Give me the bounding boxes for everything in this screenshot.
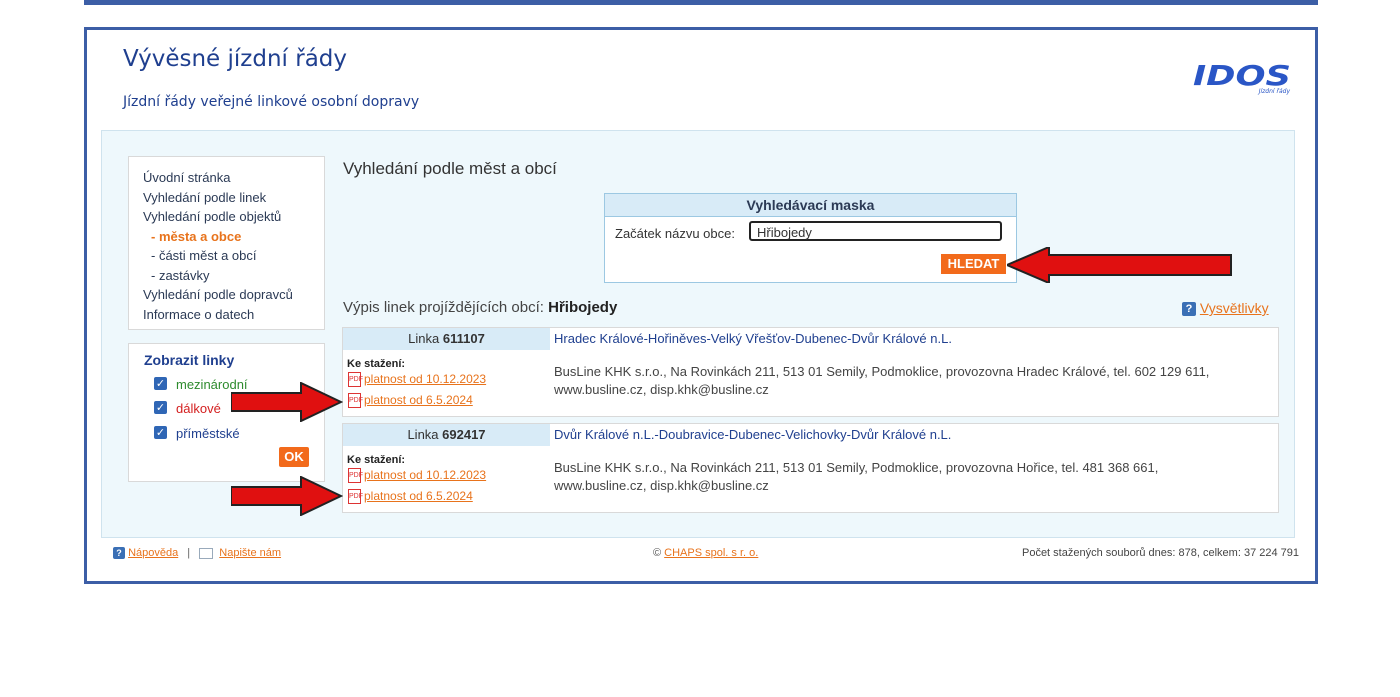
footer-help-link[interactable]: Nápověda	[128, 547, 178, 559]
sidebar-item-by-objects[interactable]: Vyhledání podle objektů	[143, 207, 293, 227]
list-heading: Výpis linek projíždějících obcí: Hřiboje…	[343, 299, 617, 316]
download-link[interactable]: PDFplatnost od 10.12.2023	[348, 468, 486, 484]
download-label: Ke stažení:	[347, 358, 406, 370]
download-link[interactable]: PDFplatnost od 6.5.2024	[348, 393, 473, 409]
list-heading-prefix: Výpis linek projíždějících obcí:	[343, 299, 544, 316]
question-icon: ?	[1182, 302, 1196, 317]
checkbox-suburban-icon[interactable]: ✓	[154, 426, 167, 439]
pdf-icon: PDF	[348, 393, 363, 409]
download-label: Ke stažení:	[347, 454, 406, 466]
page-subtitle: Jízdní řády veřejné linkové osobní dopra…	[123, 94, 420, 110]
search-mask: Vyhledávací maska Začátek názvu obce: Hř…	[604, 193, 1017, 283]
sidebar-item-data-info[interactable]: Informace o datech	[143, 305, 293, 325]
sidebar-item-towns[interactable]: - města a obce	[143, 227, 293, 247]
line-route-link[interactable]: Dvůr Králové n.L.-Doubravice-Dubenec-Vel…	[554, 427, 951, 442]
question-icon: ?	[113, 547, 125, 560]
footer-download-stats: Počet stažených souborů dnes: 878, celke…	[1021, 547, 1299, 559]
sidebar-item-town-parts[interactable]: - části měst a obcí	[143, 246, 293, 266]
download-link-label[interactable]: platnost od 6.5.2024	[364, 393, 473, 407]
list-heading-town: Hřibojedy	[548, 299, 618, 316]
line-route-link[interactable]: Hradec Králové-Hořiněves-Velký Vřešťov-D…	[554, 331, 952, 346]
download-link-label[interactable]: platnost od 6.5.2024	[364, 489, 473, 503]
red-arrow-icon	[231, 382, 343, 422]
footer-separator: |	[187, 547, 191, 559]
town-name-input[interactable]: Hřibojedy	[749, 221, 1002, 241]
line-card: Linka 692417 Dvůr Králové n.L.-Doubravic…	[342, 423, 1279, 513]
help-link-label[interactable]: Vysvětlivky	[1200, 300, 1269, 316]
filter-title: Zobrazit linky	[144, 352, 235, 368]
download-link-label[interactable]: platnost od 10.12.2023	[364, 468, 486, 482]
copyright-symbol: ©	[653, 547, 662, 559]
search-mask-title: Vyhledávací maska	[605, 194, 1016, 217]
carrier-info: BusLine KHK s.r.o., Na Rovinkách 211, 51…	[554, 460, 1159, 493]
sidebar-item-by-carriers[interactable]: Vyhledání podle dopravců	[143, 285, 293, 305]
download-link[interactable]: PDFplatnost od 10.12.2023	[348, 372, 486, 388]
sidebar-item-by-lines[interactable]: Vyhledání podle linek	[143, 188, 293, 208]
carrier-info: BusLine KHK s.r.o., Na Rovinkách 211, 51…	[554, 364, 1210, 397]
sidebar-item-stops[interactable]: - zastávky	[143, 266, 293, 286]
download-link-label[interactable]: platnost od 10.12.2023	[364, 372, 486, 386]
section-heading: Vyhledání podle měst a obcí	[343, 159, 557, 178]
town-name-label: Začátek názvu obce:	[615, 226, 735, 241]
line-number-header: Linka 611107	[343, 328, 550, 350]
download-link[interactable]: PDFplatnost od 6.5.2024	[348, 489, 473, 505]
checkbox-international-icon[interactable]: ✓	[154, 377, 167, 390]
footer-company-link[interactable]: CHAPS spol. s r. o.	[664, 547, 758, 559]
idos-logo[interactable]: IDOS Jízdní řády	[1190, 59, 1294, 95]
filter-label-long-distance[interactable]: dálkové	[176, 401, 221, 416]
mail-icon	[199, 547, 214, 559]
pdf-icon: PDF	[348, 468, 363, 484]
line-number-header: Linka 692417	[343, 424, 550, 446]
idos-logo-subtext: Jízdní řády	[1258, 88, 1291, 95]
line-number: 692417	[442, 427, 486, 442]
line-number-label: Linka	[407, 427, 439, 442]
help-link[interactable]: ? Vysvětlivky	[1182, 300, 1269, 317]
line-number: 611107	[442, 331, 485, 346]
line-card: Linka 611107 Hradec Králové-Hořiněves-Ve…	[342, 327, 1279, 417]
footer-copyright: © CHAPS spol. s r. o.	[653, 547, 758, 559]
red-arrow-icon	[231, 476, 343, 516]
pdf-icon: PDF	[348, 489, 363, 505]
filter-label-suburban[interactable]: příměstské	[176, 426, 240, 441]
checkbox-long-distance-icon[interactable]: ✓	[154, 401, 167, 414]
sidebar-menu: Úvodní stránka Vyhledání podle linek Vyh…	[128, 156, 325, 330]
filter-ok-button[interactable]: OK	[279, 447, 309, 467]
page-title: Vývěsné jízdní řády	[123, 46, 348, 72]
footer-write-link[interactable]: Napište nám	[219, 547, 281, 559]
red-arrow-icon	[1007, 247, 1232, 283]
line-number-label: Linka	[408, 331, 440, 346]
search-button[interactable]: HLEDAT	[941, 254, 1006, 274]
pdf-icon: PDF	[348, 372, 363, 388]
top-border-bar	[84, 0, 1318, 5]
sidebar-item-home[interactable]: Úvodní stránka	[143, 168, 293, 188]
footer-help[interactable]: ? Nápověda | Napište nám	[113, 547, 281, 560]
footer: ? Nápověda | Napište nám © CHAPS spol. s…	[87, 541, 1315, 571]
